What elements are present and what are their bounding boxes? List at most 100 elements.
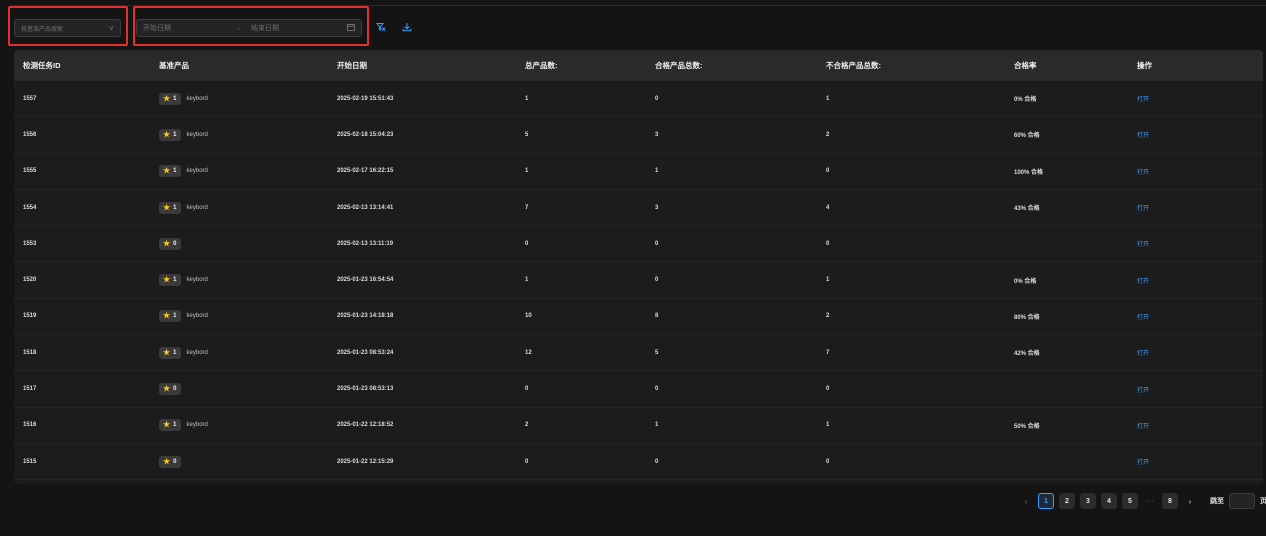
start-date-cell: 2025-01-22 12:15:29 — [337, 458, 394, 465]
star-icon: ★ — [163, 275, 171, 285]
inspection-task-page: 按基准产品搜索 ∨ 开始日期 → 结束日期 检测任务ID 基准产品 开始日期 总… — [0, 0, 1266, 536]
calendar-icon — [347, 23, 355, 33]
page-suffix-label: 页 — [1260, 498, 1266, 505]
open-button[interactable]: 打开 — [1137, 351, 1149, 357]
fail-total-cell: 7 — [826, 349, 830, 356]
total-products-cell: 0 — [525, 240, 529, 247]
end-date-input[interactable]: 结束日期 — [251, 23, 347, 33]
page-button-4[interactable]: 4 — [1101, 493, 1117, 509]
start-date-input[interactable]: 开始日期 — [143, 23, 235, 33]
table-row: 1556 ★ 1 keybord 2025-02-18 15:04:23 5 3 2 60% 合… — [14, 117, 1263, 154]
star-rating-badge: ★ 1 — [159, 92, 181, 105]
page-ellipsis[interactable]: ··· — [1143, 498, 1157, 505]
table-row: 1516 ★ 1 keybord 2025-01-22 12:18:52 2 1 1 50% 合… — [14, 408, 1263, 444]
product-name: keybord — [186, 422, 208, 429]
filter-bar: 按基准产品搜索 ∨ 开始日期 → 结束日期 — [0, 0, 1266, 48]
open-button[interactable]: 打开 — [1137, 424, 1149, 430]
prev-page-button[interactable]: ‹ — [1019, 497, 1033, 506]
pagination: ‹ 12345 ··· 8 › 跳至 页 — [1019, 492, 1266, 510]
task-id-cell: 1554 — [23, 204, 37, 211]
table-row: 1554 ★ 1 keybord 2025-02-13 13:14:41 7 3 4 43% 合… — [14, 190, 1263, 227]
star-count: 1 — [173, 204, 177, 211]
date-range-picker[interactable]: 开始日期 → 结束日期 — [136, 19, 362, 37]
jump-page-input[interactable] — [1229, 493, 1255, 509]
start-date-cell: 2025-01-23 08:53:24 — [337, 349, 394, 356]
open-button[interactable]: 打开 — [1137, 242, 1149, 248]
base-product-cell: ★ 0 — [159, 455, 337, 468]
star-icon: ★ — [163, 129, 171, 139]
product-name: keybord — [186, 204, 208, 211]
task-id-cell: 1518 — [23, 349, 37, 356]
open-button[interactable]: 打开 — [1137, 460, 1149, 466]
product-name: keybord — [186, 349, 208, 356]
header-pass-rate: 合格率 — [1014, 61, 1037, 70]
page-button-last[interactable]: 8 — [1162, 493, 1178, 509]
task-id-cell: 1517 — [23, 386, 37, 393]
page-button-1[interactable]: 1 — [1038, 493, 1054, 509]
base-product-cell: ★ 1 keybord — [159, 419, 337, 432]
fail-total-cell: 1 — [826, 422, 830, 429]
star-count: 0 — [173, 458, 177, 465]
base-product-cell: ★ 1 keybord — [159, 201, 337, 214]
header-total-products: 总产品数: — [525, 61, 558, 70]
task-id-cell: 1555 — [23, 168, 37, 175]
task-id-cell: 1516 — [23, 422, 37, 429]
header-actions: 操作 — [1137, 61, 1152, 70]
pass-total-cell: 8 — [655, 313, 659, 320]
product-search-select[interactable]: 按基准产品搜索 ∨ — [14, 19, 121, 37]
total-products-cell: 1 — [525, 168, 529, 175]
pass-rate-value: 80% 合格 — [1014, 314, 1040, 321]
base-product-cell: ★ 1 keybord — [159, 346, 337, 359]
star-icon: ★ — [163, 384, 171, 394]
table-row: 1520 ★ 1 keybord 2025-01-23 16:54:54 1 0 1 0% 合格… — [14, 262, 1263, 299]
header-pass-total: 合格产品总数: — [655, 61, 703, 70]
action-cell: 打开 — [1137, 94, 1263, 103]
task-id-cell: 1519 — [23, 313, 37, 320]
page-button-3[interactable]: 3 — [1080, 493, 1096, 509]
action-cell: 打开 — [1137, 385, 1263, 394]
star-count: 0 — [173, 240, 177, 247]
page-button-2[interactable]: 2 — [1059, 493, 1075, 509]
open-button[interactable]: 打开 — [1137, 279, 1149, 285]
start-date-cell: 2025-02-19 15:51:43 — [337, 95, 394, 102]
task-id-cell: 1557 — [23, 95, 37, 102]
table-row: 1519 ★ 1 keybord 2025-01-23 14:18:18 10 8 2 80% … — [14, 299, 1263, 336]
pass-rate-value: 0% 合格 — [1014, 278, 1037, 285]
page-button-5[interactable]: 5 — [1122, 493, 1138, 509]
star-count: 1 — [173, 422, 177, 429]
download-icon[interactable] — [399, 19, 415, 35]
star-icon: ★ — [163, 311, 171, 321]
star-count: 1 — [173, 313, 177, 320]
table-row: 1518 ★ 1 keybord 2025-01-23 08:53:24 12 5 7 42% … — [14, 335, 1263, 372]
open-button[interactable]: 打开 — [1137, 133, 1149, 139]
star-count: 1 — [173, 168, 177, 175]
base-product-cell: ★ 1 keybord — [159, 128, 337, 141]
open-button[interactable]: 打开 — [1137, 388, 1149, 394]
task-id-cell: 1553 — [23, 240, 37, 247]
pass-total-cell: 0 — [655, 458, 659, 465]
task-table: 检测任务ID 基准产品 开始日期 总产品数: 合格产品总数: 不合格产品总数: … — [14, 50, 1263, 484]
star-icon: ★ — [163, 166, 171, 176]
fail-total-cell: 2 — [826, 131, 830, 138]
pass-total-cell: 0 — [655, 240, 659, 247]
pass-rate-value: 42% 合格 — [1014, 351, 1040, 358]
star-icon: ★ — [163, 93, 171, 103]
pass-rate-cell: 43% 合格 — [1014, 203, 1137, 212]
pass-total-cell: 1 — [655, 168, 659, 175]
clear-filter-icon[interactable] — [373, 19, 389, 35]
star-rating-badge: ★ 1 — [159, 419, 181, 432]
open-button[interactable]: 打开 — [1137, 170, 1149, 176]
pass-total-cell: 0 — [655, 386, 659, 393]
total-products-cell: 2 — [525, 422, 529, 429]
open-button[interactable]: 打开 — [1137, 97, 1149, 103]
star-count: 1 — [173, 95, 177, 102]
next-page-button[interactable]: › — [1183, 497, 1197, 506]
open-button[interactable]: 打开 — [1137, 315, 1149, 321]
pass-total-cell: 1 — [655, 422, 659, 429]
pass-rate-cell: 0% 合格 — [1014, 94, 1137, 103]
open-button[interactable]: 打开 — [1137, 206, 1149, 212]
star-rating-badge: ★ 1 — [159, 128, 181, 141]
start-date-cell: 2025-01-23 08:53:13 — [337, 386, 394, 393]
product-name: keybord — [186, 168, 208, 175]
action-cell: 打开 — [1137, 457, 1263, 466]
